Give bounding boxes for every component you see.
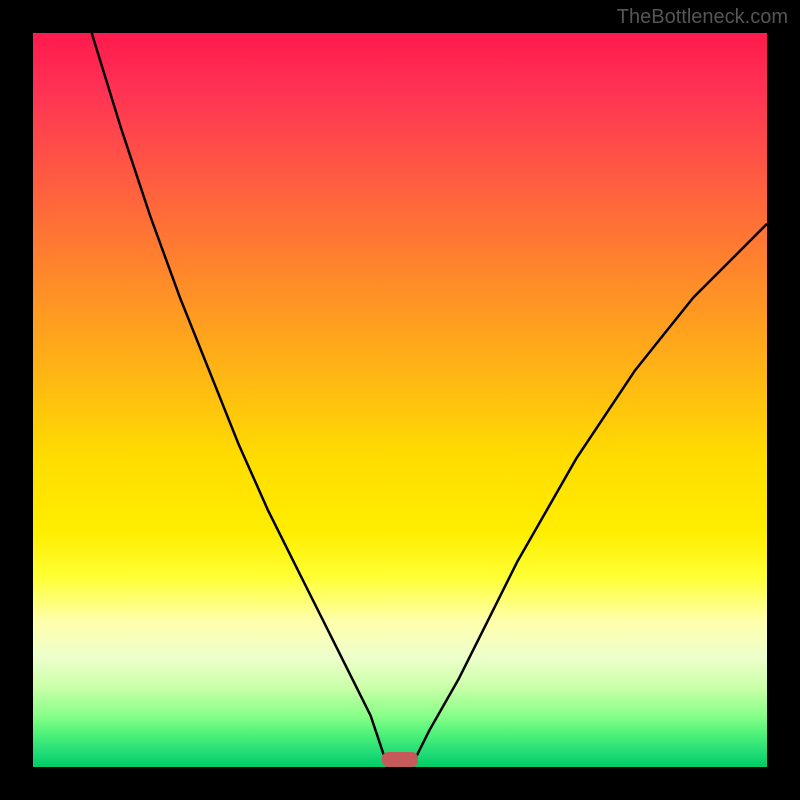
right-curve	[415, 224, 767, 760]
plot-area	[33, 33, 767, 767]
chart-container: TheBottleneck.com	[0, 0, 800, 800]
curve-svg	[33, 33, 767, 767]
watermark-text: TheBottleneck.com	[617, 6, 788, 29]
minimum-marker	[382, 752, 419, 767]
left-curve	[92, 33, 386, 760]
